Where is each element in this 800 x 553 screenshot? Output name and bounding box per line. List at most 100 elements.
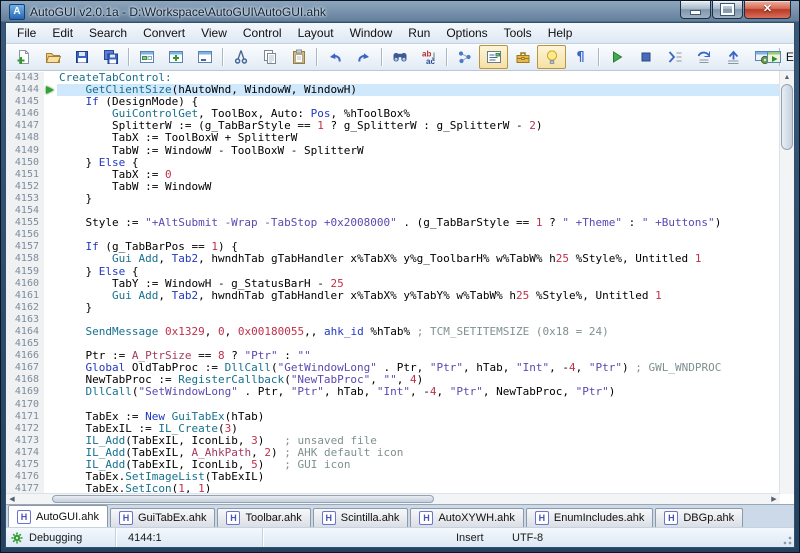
horizontal-scrollbar[interactable]: ◀ ▶ [6,493,780,504]
add-window-button[interactable] [161,45,190,69]
scroll-left-icon[interactable]: ◀ [6,495,18,503]
scroll-right-icon[interactable]: ▶ [768,495,780,503]
cut-button[interactable] [226,45,255,69]
menu-edit[interactable]: Edit [44,23,81,43]
menu-layout[interactable]: Layout [290,23,342,43]
menu-tools[interactable]: Tools [496,23,540,43]
menu-window[interactable]: Window [342,23,401,43]
marker-margin[interactable] [44,302,57,314]
marker-margin[interactable] [44,447,57,459]
menu-search[interactable]: Search [81,23,135,43]
editor-line[interactable]: 4164 SendMessage 0x1329, 0, 0x00180055,,… [6,326,780,338]
marker-margin[interactable] [44,120,57,132]
file-tab-enumincludes-ahk[interactable]: HEnumIncludes.ahk [526,508,654,527]
execute-button[interactable]: Execute [783,45,795,69]
menu-file[interactable]: File [9,23,44,43]
copy-button[interactable] [255,45,284,69]
menu-options[interactable]: Options [438,23,495,43]
menu-control[interactable]: Control [235,23,290,43]
marker-margin[interactable] [44,399,57,411]
file-tab-scintilla-ahk[interactable]: HScintilla.ahk [313,508,409,527]
run-button[interactable] [602,45,631,69]
new-window-button[interactable] [132,45,161,69]
marker-margin[interactable] [44,386,57,398]
marker-margin[interactable] [44,72,57,84]
title-bar[interactable]: A AutoGUI v2.0.1a - D:\Workspace\AutoGUI… [1,1,799,22]
editor-lines[interactable]: 4143CreateTabControl:4144 GetClientSize(… [6,72,780,494]
marker-margin[interactable] [44,350,57,362]
marker-margin[interactable] [44,423,57,435]
vertical-scroll-thumb[interactable] [781,84,793,150]
marker-margin[interactable] [44,374,57,386]
file-tab-autogui-ahk[interactable]: HAutoGUI.ahk [8,505,108,527]
minimize-button[interactable] [680,0,711,19]
marker-margin[interactable] [44,132,57,144]
marker-margin[interactable] [44,362,57,374]
scroll-up-icon[interactable]: ▲ [780,71,794,83]
marker-margin[interactable] [44,314,57,326]
marker-margin[interactable] [44,290,57,302]
marker-margin[interactable] [44,193,57,205]
marker-margin[interactable] [44,84,57,96]
vertical-scrollbar[interactable]: ▲ [779,71,794,494]
marker-margin[interactable] [44,145,57,157]
properties-button[interactable] [479,45,508,69]
find-button[interactable] [385,45,414,69]
replace-button[interactable]: abac [414,45,443,69]
menu-view[interactable]: View [193,23,235,43]
formatting-marks-button[interactable]: ¶ [566,45,595,69]
marker-margin[interactable] [44,459,57,471]
save-all-button[interactable] [96,45,125,69]
marker-margin[interactable] [44,471,57,483]
marker-margin[interactable] [44,205,57,217]
file-tab-guitabex-ahk[interactable]: HGuiTabEx.ahk [110,508,215,527]
tips-button[interactable] [537,45,566,69]
new-script-button[interactable] [9,45,38,69]
marker-margin[interactable] [44,108,57,120]
menu-convert[interactable]: Convert [135,23,193,43]
editor-line[interactable]: 4153 } [6,193,780,205]
designer-tree-button[interactable] [450,45,479,69]
marker-margin[interactable] [44,338,57,350]
editor-line[interactable]: 4155 Style := "+AltSubmit -Wrap -TabStop… [6,217,780,229]
file-tab-autoxywh-ahk[interactable]: HAutoXYWH.ahk [410,508,523,527]
status-bar: Debugging 4144:1 Insert UTF-8 [6,527,794,547]
maximize-button[interactable] [712,0,743,19]
marker-margin[interactable] [44,229,57,241]
marker-margin[interactable] [44,169,57,181]
file-tab-toolbar-ahk[interactable]: HToolbar.ahk [217,508,310,527]
marker-margin[interactable] [44,278,57,290]
open-button[interactable] [38,45,67,69]
code-editor[interactable]: 4143CreateTabControl:4144 GetClientSize(… [6,71,794,505]
marker-margin[interactable] [44,241,57,253]
step-into-button[interactable] [660,45,689,69]
resize-grip[interactable] [781,534,793,546]
editor-line[interactable]: 4161 Gui Add, Tab2, hwndhTab gTabHandler… [6,290,780,302]
marker-margin[interactable] [44,181,57,193]
step-out-button[interactable] [718,45,747,69]
undo-button[interactable] [320,45,349,69]
marker-margin[interactable] [44,217,57,229]
marker-margin[interactable] [44,326,57,338]
stop-button[interactable] [631,45,660,69]
marker-margin[interactable] [44,157,57,169]
redo-button[interactable] [349,45,378,69]
marker-margin[interactable] [44,411,57,423]
editor-line[interactable]: 4152 TabW := WindowW [6,181,780,193]
marker-margin[interactable] [44,266,57,278]
menu-run[interactable]: Run [400,23,438,43]
horizontal-scroll-thumb[interactable] [52,495,434,503]
close-button[interactable]: ✕ [744,0,791,19]
menu-help[interactable]: Help [540,23,581,43]
editor-line[interactable]: 4169 DllCall("SetWindowLong" . Ptr, "Ptr… [6,386,780,398]
save-button[interactable] [67,45,96,69]
marker-margin[interactable] [44,435,57,447]
paste-button[interactable] [284,45,313,69]
preview-window-button[interactable] [190,45,219,69]
marker-margin[interactable] [44,253,57,265]
editor-line[interactable]: 4162 } [6,302,780,314]
marker-margin[interactable] [44,96,57,108]
step-over-button[interactable] [689,45,718,69]
file-tab-dbgp-ahk[interactable]: HDBGp.ahk [655,508,743,527]
toolbox-button[interactable] [508,45,537,69]
